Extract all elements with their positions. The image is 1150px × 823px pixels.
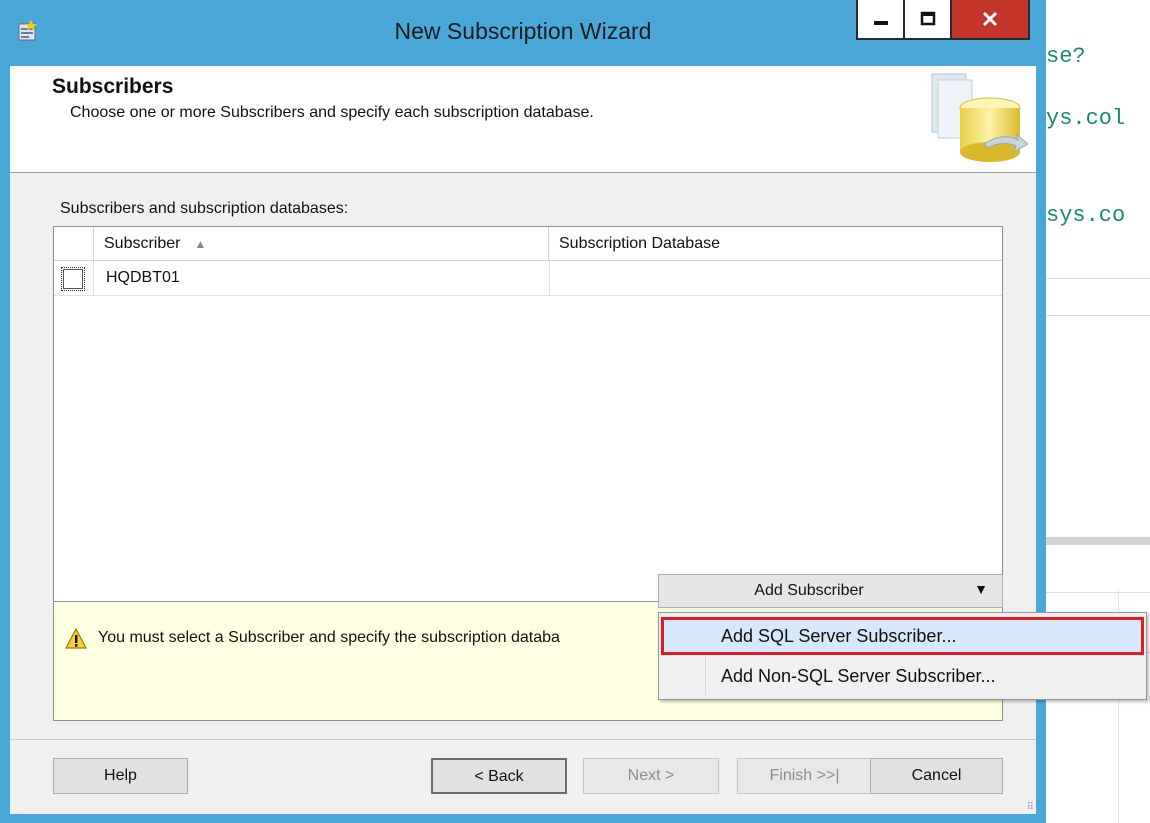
minimize-icon xyxy=(873,21,888,25)
code-line: ys.col xyxy=(1046,106,1126,131)
row-checkbox-cell xyxy=(54,261,94,295)
maximize-icon xyxy=(920,11,935,26)
editor-splitter[interactable] xyxy=(1046,537,1150,545)
wizard-client-area: Subscribers Choose one or more Subscribe… xyxy=(10,66,1036,814)
column-header-label: Subscription Database xyxy=(559,235,720,252)
subscription-database-cell[interactable] xyxy=(549,261,1002,295)
cancel-button[interactable]: Cancel xyxy=(870,758,1003,794)
sort-ascending-icon: ▲ xyxy=(194,237,207,251)
code-line: se? xyxy=(1046,44,1086,69)
wizard-footer: Help < Back Next > Finish >>| Cancel ⠿ xyxy=(10,739,1036,815)
checkbox-column-header xyxy=(54,227,94,261)
maximize-button[interactable] xyxy=(904,0,950,40)
back-button[interactable]: < Back xyxy=(431,758,567,794)
close-button[interactable] xyxy=(950,0,1030,40)
wizard-header: Subscribers Choose one or more Subscribe… xyxy=(10,66,1036,173)
subscriber-cell[interactable]: HQDBT01 xyxy=(106,261,180,295)
menu-item-label: Add SQL Server Subscriber... xyxy=(721,626,957,646)
menu-item-add-sql-server-subscriber[interactable]: Add SQL Server Subscriber... xyxy=(661,617,1144,655)
minimize-button[interactable] xyxy=(856,0,904,40)
column-header-label: Subscriber xyxy=(104,235,181,253)
help-button[interactable]: Help xyxy=(53,758,188,794)
size-grip-icon[interactable]: ⠿ xyxy=(1027,802,1034,813)
column-header-subscriber[interactable]: Subscriber ▲ xyxy=(94,227,549,261)
row-checkbox[interactable] xyxy=(61,267,85,291)
editor-divider xyxy=(1046,278,1150,279)
column-header-subscription-database[interactable]: Subscription Database xyxy=(549,227,1002,261)
close-icon xyxy=(982,11,998,27)
page-subtitle: Choose one or more Subscribers and speci… xyxy=(70,104,594,121)
page-title: Subscribers xyxy=(52,75,174,98)
warning-icon xyxy=(65,628,87,649)
database-icon xyxy=(931,73,1028,162)
add-subscriber-button[interactable]: Add Subscriber ▼ xyxy=(658,574,1003,608)
grid-caption: Subscribers and subscription databases: xyxy=(60,200,349,217)
menu-item-add-non-sql-server-subscriber[interactable]: Add Non-SQL Server Subscriber... xyxy=(661,657,1144,695)
next-button[interactable]: Next > xyxy=(583,758,719,794)
add-subscriber-menu: Add SQL Server Subscriber... Add Non-SQL… xyxy=(658,612,1147,700)
editor-divider xyxy=(1046,592,1150,593)
finish-button[interactable]: Finish >>| xyxy=(737,758,872,794)
subscribers-grid[interactable]: Subscriber ▲ Subscription Database HQDBT0… xyxy=(53,226,1003,626)
title-bar[interactable]: New Subscription Wizard xyxy=(0,0,1046,66)
editor-divider xyxy=(1046,315,1150,316)
code-line: sys.co xyxy=(1046,203,1126,228)
menu-item-label: Add Non-SQL Server Subscriber... xyxy=(721,666,996,686)
dropdown-arrow-icon: ▼ xyxy=(974,581,988,597)
validation-message-text: You must select a Subscriber and specify… xyxy=(98,629,560,646)
add-subscriber-label: Add Subscriber xyxy=(754,582,864,599)
table-row[interactable]: HQDBT01 xyxy=(54,261,1002,296)
app-icon xyxy=(18,20,37,41)
